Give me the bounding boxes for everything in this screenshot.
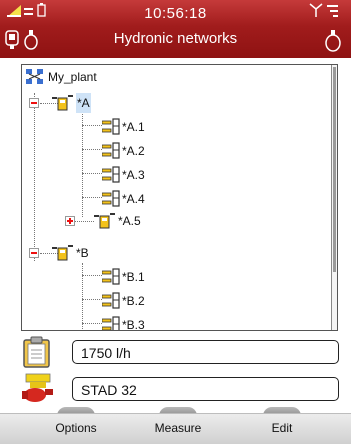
collapse-toggle[interactable]: [29, 98, 39, 108]
tree-item-a3[interactable]: *A.3: [102, 165, 302, 185]
circuit-module-icon: [52, 95, 73, 111]
tree-connector: [82, 299, 102, 300]
tree-item-label: *B.1: [122, 270, 145, 284]
valve-icon: [102, 316, 120, 330]
tree-scrollbar-thumb[interactable]: [333, 67, 336, 272]
tree-item-label: *A.5: [118, 214, 141, 228]
tree-item-b2[interactable]: *B.2: [102, 291, 302, 311]
circuit-module-icon: [52, 245, 73, 261]
device-screen: 10:56:18 Hydronic networks My_plant *A *…: [0, 0, 351, 444]
tree-item-label: My_plant: [48, 70, 97, 84]
tree-item-a[interactable]: *A: [52, 93, 252, 113]
tree-connector: [82, 149, 102, 150]
tree-connector: [82, 323, 102, 324]
tree-item-label: *A.2: [122, 144, 145, 158]
status-time: 10:56:18: [144, 5, 207, 22]
flow-field[interactable]: 1750 l/h: [72, 340, 339, 364]
collapse-toggle[interactable]: [29, 248, 39, 258]
tree-item-b3[interactable]: *B.3: [102, 315, 302, 331]
options-softkey[interactable]: Options: [31, 421, 121, 435]
tree-item-root[interactable]: My_plant: [26, 67, 316, 87]
tree-connector: [82, 105, 83, 217]
valve-icon: [102, 292, 120, 309]
screen-title: Hydronic networks: [113, 30, 238, 47]
network-tree[interactable]: My_plant *A *A.1 *A.2 *A.3 *A.4 *A.5 *B …: [21, 64, 338, 331]
tree-item-label: *A.3: [122, 168, 145, 182]
tree-item-label: *B: [76, 246, 89, 260]
valve-field[interactable]: STAD 32: [72, 377, 339, 401]
valve-icon: [102, 142, 120, 159]
tree-item-label: *B.3: [122, 318, 145, 331]
tree-connector: [34, 93, 35, 261]
tree-connector: [74, 221, 94, 222]
probe-device-icon: [325, 30, 341, 52]
wireless-bars-icon: [327, 5, 338, 17]
tree-item-a1[interactable]: *A.1: [102, 117, 302, 137]
tree-item-label: *A.4: [122, 192, 145, 206]
tree-item-a4[interactable]: *A.4: [102, 189, 302, 209]
tree-connector: [82, 275, 102, 276]
valve-type-icon: [22, 373, 53, 402]
tree-item-a5[interactable]: *A.5: [94, 211, 294, 231]
tree-connector: [82, 263, 83, 330]
tree-item-b[interactable]: *B: [52, 243, 252, 263]
tree-item-b1[interactable]: *B.1: [102, 267, 302, 287]
tree-item-label: *B.2: [122, 294, 145, 308]
expand-toggle[interactable]: [65, 216, 75, 226]
tree-scrollbar[interactable]: [331, 65, 337, 330]
measure-softkey[interactable]: Measure: [133, 421, 223, 435]
clipboard-icon: [23, 336, 50, 368]
tree-item-label: *A.1: [122, 120, 145, 134]
tree-item-label: *A: [76, 93, 91, 113]
valve-icon: [102, 118, 120, 135]
valve-icon: [102, 268, 120, 285]
edit-softkey[interactable]: Edit: [237, 421, 327, 435]
antenna-icon: [309, 3, 323, 17]
tree-connector: [82, 125, 102, 126]
header-bar: 10:56:18 Hydronic networks: [0, 0, 351, 58]
tree-connector: [82, 197, 102, 198]
circuit-module-icon: [94, 213, 115, 229]
tree-item-a2[interactable]: *A.2: [102, 141, 302, 161]
valve-icon: [102, 166, 120, 183]
valve-icon: [102, 190, 120, 207]
network-root-icon: [26, 69, 43, 84]
tree-connector: [82, 173, 102, 174]
